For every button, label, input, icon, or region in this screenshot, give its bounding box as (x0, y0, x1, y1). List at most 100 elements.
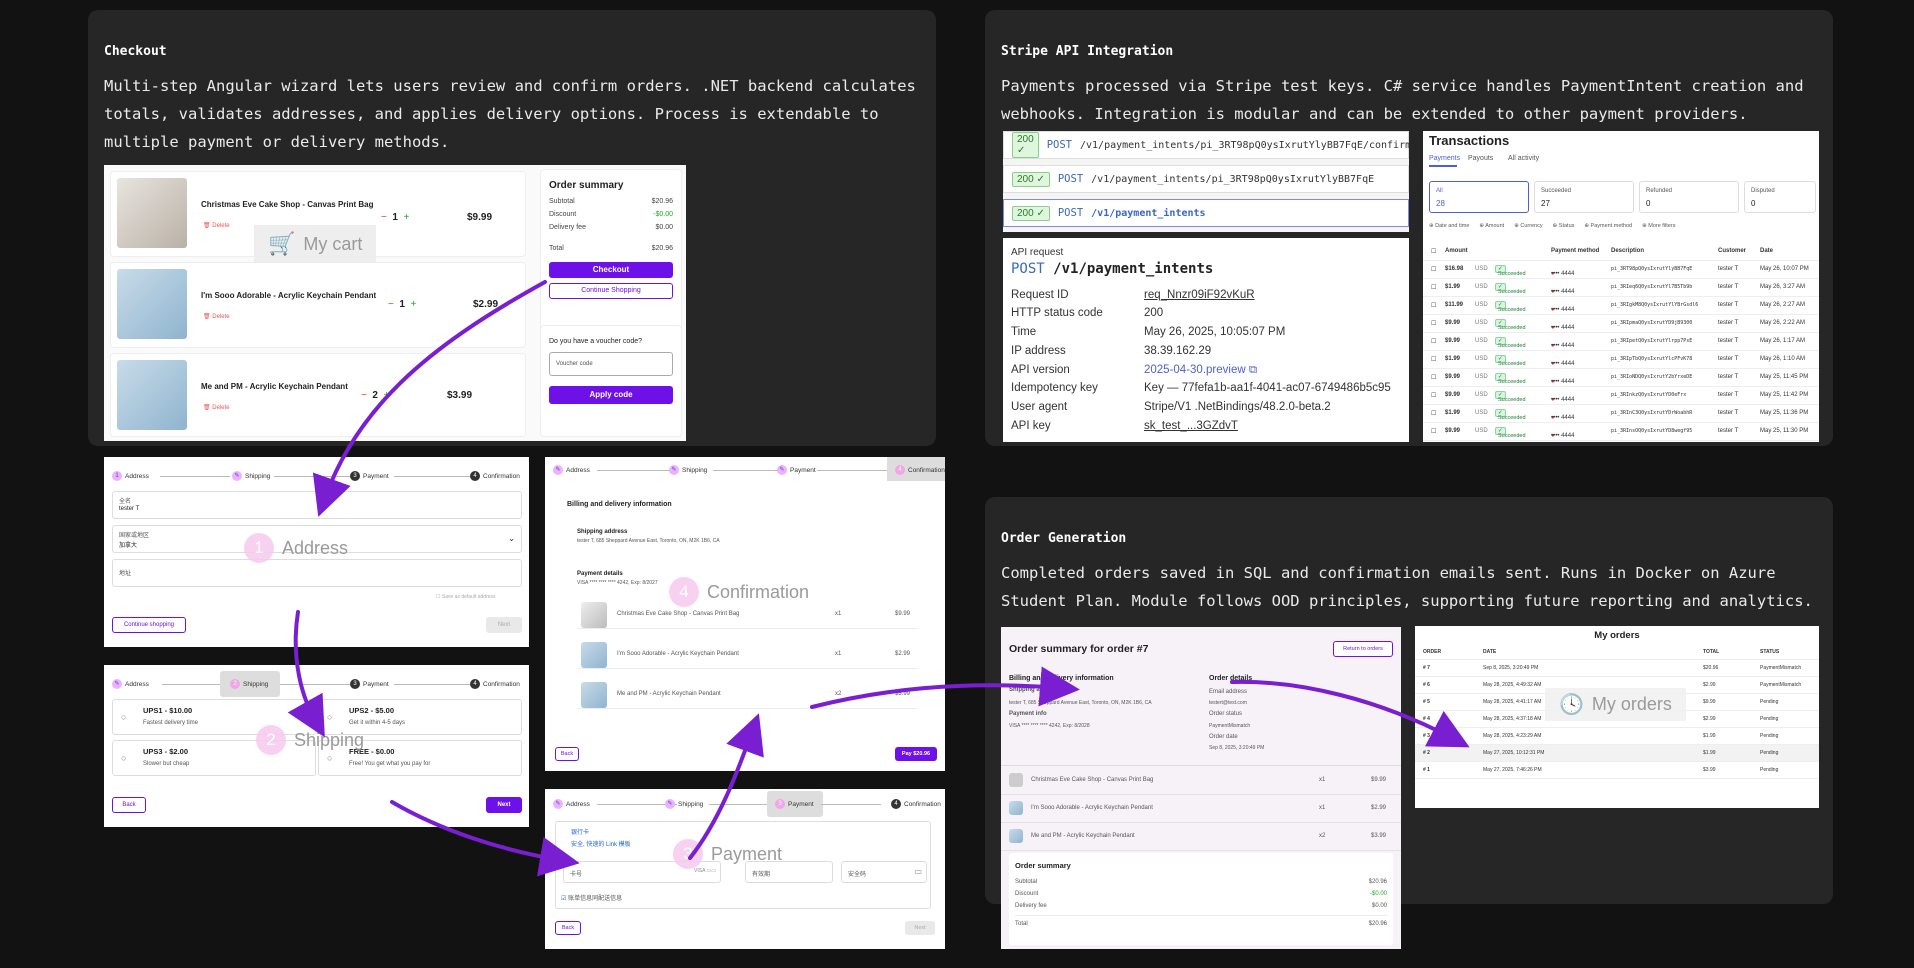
address-field[interactable]: 地址 (112, 559, 522, 587)
name-field[interactable]: 全名 tester T (112, 491, 522, 519)
next-button[interactable]: Next (905, 921, 935, 935)
step-confirmation: 4 Confirmation (470, 471, 520, 481)
status-badge: Succeeded ✓ (1495, 265, 1526, 277)
cart-screenshot: Christmas Eve Cake Shop - Canvas Print B… (104, 165, 686, 441)
table-row[interactable]: ☐ $9.99 USD Succeeded ✓ ● •••• 4444 pi_3RIpma… (1423, 315, 1819, 333)
step-shipping: ✎ Shipping (669, 465, 707, 475)
row-checkbox[interactable]: ☐ (1431, 356, 1436, 363)
step-confirmation: 4 Confirmation (895, 465, 945, 475)
table-row[interactable]: ☐ $1.99 USD Succeeded ✓ ● •••• 4444 pi_3RIeq6… (1423, 279, 1819, 297)
delete-button[interactable]: 🗑 Delete (203, 313, 230, 320)
row-checkbox[interactable]: ☐ (1431, 428, 1436, 435)
table-row[interactable]: ☐ $9.99 USD Succeeded ✓ ● •••• 4444 pi_3RInsO… (1423, 423, 1819, 441)
orders-table-header: ORDER DATE TOTAL STATUS (1415, 644, 1819, 660)
order-row[interactable]: # 2 May 27, 2025, 10:12:31 PM $1.99 Pending (1415, 745, 1819, 762)
cvc-input[interactable]: 安全码 ▭ (841, 861, 927, 883)
step-payment: 3 Payment (775, 799, 814, 809)
confirm-item: Me and PM - Acrylic Keychain Pendant x2 … (577, 679, 917, 709)
row-checkbox[interactable]: ☐ (1431, 338, 1436, 345)
chip-status[interactable]: ⊕ Status (1553, 223, 1575, 229)
email-value: testert@test.com (1209, 700, 1247, 706)
api-log-row[interactable]: 200 ✓ POST/v1/payment_intents/pi_3RT98pQ0… (1003, 131, 1409, 159)
my-orders-title: My orders (1594, 630, 1640, 641)
delete-button[interactable]: 🗑 Delete (203, 222, 230, 229)
detail-key: API version (1011, 364, 1070, 376)
row-checkbox[interactable]: ☐ (1431, 392, 1436, 399)
api-log-row[interactable]: 200 ✓ POST/v1/payment_intents/pi_3RT98pQ0… (1003, 165, 1409, 193)
row-checkbox[interactable]: ☐ (1431, 410, 1436, 417)
subtotal-value: $20.96 (651, 198, 673, 205)
voucher-input[interactable]: Voucher code (556, 361, 593, 367)
row-checkbox[interactable]: ☐ (1431, 284, 1436, 291)
back-button[interactable]: Back (555, 921, 581, 935)
table-row[interactable]: ☐ $9.99 USD Succeeded ✓ ● •••• 4444 pi_3RIoND… (1423, 369, 1819, 387)
filter-disputed[interactable]: Disputed 0 (1744, 181, 1816, 213)
payment-step-screenshot: ✎ Address ✎ Shipping 3 Payment 4 Confirmatio… (545, 789, 945, 949)
tab-all-activity[interactable]: All activity (1508, 155, 1539, 162)
api-version-link[interactable]: 2025-04-30.preview ⧉ (1144, 364, 1257, 377)
chip-payment-method[interactable]: ⊕ Payment method (1584, 223, 1632, 229)
filter-all[interactable]: All 28 (1429, 181, 1529, 213)
order-row[interactable]: # 3 May 28, 2025, 4:23:29 AM $1.99 Pending (1415, 728, 1819, 745)
table-row[interactable]: ☐ $1.99 USD Succeeded ✓ ● •••• 4444 pi_3RIpTb… (1423, 351, 1819, 369)
checkout-button[interactable]: Checkout (549, 262, 673, 278)
api-log-row-selected[interactable]: 200 ✓ POST/v1/payment_intents (1003, 199, 1409, 227)
next-button[interactable]: Next (486, 797, 522, 813)
order-row[interactable]: # 7 Sep 8, 2025, 3:20:49 PM $20.96 PaymentM… (1415, 660, 1819, 677)
status-badge: Succeeded ✓ (1495, 301, 1526, 313)
chip-date[interactable]: ⊕ Date and time (1429, 223, 1469, 229)
continue-shopping-button[interactable]: Continue shopping (112, 617, 186, 633)
table-row[interactable]: ☐ $1.99 USD Succeeded ✓ ● •••• 4444 pi_3RInC3… (1423, 405, 1819, 423)
chip-more-filters[interactable]: ⊕ More filters (1642, 223, 1675, 229)
row-checkbox[interactable]: ☐ (1431, 266, 1436, 273)
order-row[interactable]: # 1 May 27, 2025, 7:46:26 PM $3.99 Pending (1415, 762, 1819, 779)
detail-value: 38.39.162.29 (1144, 345, 1212, 357)
table-row[interactable]: ☐ $16.98 USD Succeeded ✓ ● •••• 4444 pi_3RT98… (1423, 261, 1819, 279)
quantity-stepper[interactable]: − 2 + (361, 390, 389, 401)
continue-shopping-button[interactable]: Continue Shopping (549, 283, 673, 299)
filter-succeeded[interactable]: Succeeded 27 (1534, 181, 1634, 213)
save-default-checkbox[interactable]: ☐ Save as default address (436, 594, 496, 600)
request-id-link[interactable]: req_Nnzr09iF92vKuR (1144, 289, 1255, 301)
quantity-stepper[interactable]: − 1 + (388, 299, 416, 310)
card-icon: ▭ (914, 867, 922, 876)
table-row[interactable]: ☐ $9.99 USD Succeeded ✓ ● •••• 4444 pi_3RIpet… (1423, 333, 1819, 351)
row-checkbox[interactable]: ☐ (1431, 302, 1436, 309)
tab-payouts[interactable]: Payouts (1468, 155, 1493, 162)
step-address: ✎ Address (112, 679, 149, 689)
order-detail-title: Order summary for order #7 (1009, 643, 1149, 655)
detail-value: May 26, 2025, 10:05:07 PM (1144, 326, 1286, 338)
total-label: Total (549, 245, 564, 252)
external-link-icon: ⧉ (1248, 364, 1258, 376)
row-checkbox[interactable]: ☐ (1431, 320, 1436, 327)
back-button[interactable]: Back (112, 797, 146, 813)
filter-refunded[interactable]: Refunded 0 (1639, 181, 1739, 213)
return-to-orders-button[interactable]: Return to orders (1333, 641, 1393, 657)
table-row[interactable]: ☐ $11.99 USD Succeeded ✓ ● •••• 4444 pi_3RIgk… (1423, 297, 1819, 315)
apply-code-button[interactable]: Apply code (549, 386, 673, 404)
back-button[interactable]: Back (555, 747, 579, 761)
status-badge: Succeeded ✓ (1495, 391, 1526, 403)
same-as-shipping-checkbox[interactable]: ☑ 账单信息同配送信息 (561, 893, 622, 902)
row-checkbox[interactable]: ☐ (1431, 374, 1436, 381)
table-row[interactable]: ☐ $9.99 USD Succeeded ✓ ● •••• 4444 pi_3RInkz… (1423, 387, 1819, 405)
checkout-description: Multi-step Angular wizard lets users rev… (104, 77, 916, 151)
confirm-item: I'm Sooo Adorable - Acrylic Keychain Pen… (577, 639, 917, 669)
pay-button[interactable]: Pay $20.96 (895, 747, 937, 761)
status-badge: Succeeded ✓ (1495, 373, 1526, 385)
next-button[interactable]: Next (486, 617, 522, 633)
status-badge: Succeeded ✓ (1495, 355, 1526, 367)
delete-button[interactable]: 🗑 Delete (203, 404, 230, 411)
detail-key: Idempotency key (1011, 382, 1098, 394)
shipping-address-label: Shipping address (1009, 687, 1060, 693)
chip-amount[interactable]: ⊕ Amount (1479, 223, 1504, 229)
chip-currency[interactable]: ⊕ Currency (1514, 223, 1542, 229)
link-option[interactable]: 安全, 快速的 Link 模板 (571, 839, 631, 848)
status-value: PaymentMismatch (1209, 723, 1251, 729)
quantity-stepper[interactable]: − 1 + (381, 212, 409, 223)
tab-payments[interactable]: Payments (1429, 155, 1460, 162)
fee-value: $0.00 (655, 224, 673, 231)
api-key-link[interactable]: sk_test_...3GZdvT (1144, 420, 1238, 432)
card-tab[interactable]: 银行卡 (571, 827, 589, 836)
cart-item-2: I'm Sooo Adorable - Acrylic Keychain Pen… (110, 262, 526, 348)
